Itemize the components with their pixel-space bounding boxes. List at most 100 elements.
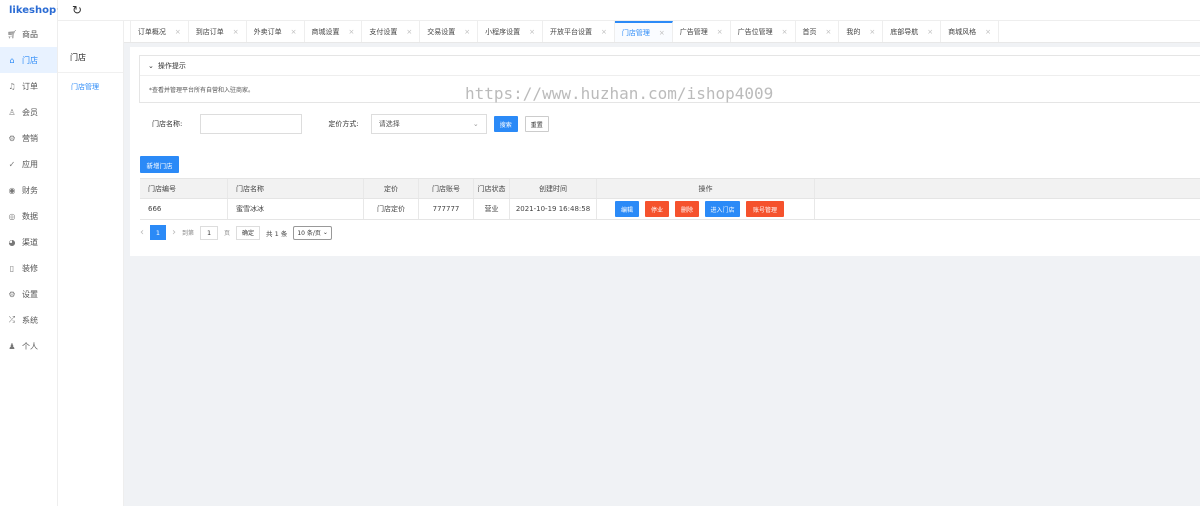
search-button[interactable]: 搜索 — [493, 116, 518, 132]
sidebar-item-11[interactable]: ⤮ 系统 — [0, 307, 57, 333]
close-icon[interactable]: × — [869, 28, 875, 36]
tab-2[interactable]: 到店订单 × — [189, 21, 247, 42]
tab-15[interactable]: 商城风格 × — [941, 21, 999, 42]
total-count: 共 1 条 — [266, 229, 288, 238]
top-bar: ↻ — [58, 0, 1200, 21]
tab-3[interactable]: 外卖订单 × — [247, 21, 305, 42]
action-button-0[interactable]: 编辑 — [615, 201, 639, 217]
sidebar-item-label: 商品 — [22, 29, 38, 39]
tab-label: 商城设置 — [311, 27, 340, 36]
sidebar-nav: 🛒︎ 商品 ⌂ 门店 ♫ 订单 ♙ 会员 ⚙ 营销 ✓ 应用 ◉ 财务 ◎ 数据 ◕ 渠道 ▯ 装修 ⚙ 设置 ⤮ 系统 ♟ 个人 — [0, 21, 57, 359]
tab-label: 商城风格 — [948, 27, 977, 36]
cart-icon: 🛒︎ — [7, 29, 18, 39]
bell-icon: ♫ — [8, 81, 16, 91]
tab-7[interactable]: 小程序设置 × — [478, 21, 543, 42]
tab-5[interactable]: 支付设置 × — [362, 21, 421, 42]
globe-icon: ◎ — [8, 211, 16, 221]
sidebar-item-label: 渠道 — [22, 237, 38, 247]
close-icon[interactable]: × — [406, 28, 412, 36]
sidebar-item-7[interactable]: ◎ 数据 — [0, 203, 57, 229]
close-icon[interactable]: × — [826, 28, 832, 36]
tab-4[interactable]: 商城设置 × — [305, 21, 363, 42]
tab-label: 交易设置 — [427, 27, 456, 36]
close-icon[interactable]: × — [782, 28, 788, 36]
tip-title: 操作提示 — [157, 61, 186, 70]
close-icon[interactable]: × — [349, 28, 355, 36]
close-icon[interactable]: × — [659, 29, 665, 37]
sidebar-item-2[interactable]: ♫ 订单 — [0, 73, 57, 99]
close-icon[interactable]: × — [717, 28, 723, 36]
close-icon[interactable]: × — [291, 28, 297, 36]
close-icon[interactable]: × — [233, 28, 239, 36]
sidebar-item-6[interactable]: ◉ 财务 — [0, 177, 57, 203]
store-name-input[interactable] — [200, 114, 303, 134]
column-header-pricing: 定价 — [364, 179, 419, 198]
close-icon[interactable]: × — [985, 28, 991, 36]
action-button-2[interactable]: 删除 — [675, 201, 699, 217]
tab-1[interactable]: 订单概况 × — [131, 21, 189, 42]
main-panel: ⌄ 操作提示 *查看并管理平台所有自营和入驻商家。 https://www.hu… — [130, 47, 1200, 256]
sidebar-item-label: 系统 — [22, 315, 38, 325]
tab-label: 底部导航 — [890, 27, 919, 36]
sidebar-item-4[interactable]: ⚙ 营销 — [0, 125, 57, 151]
close-icon[interactable]: × — [175, 28, 181, 36]
sidebar-item-5[interactable]: ✓ 应用 — [0, 151, 57, 177]
pricing-label: 定价方式: — [328, 120, 359, 128]
watermark: https://www.huzhan.com/ishop4009 — [465, 84, 774, 103]
sidebar-item-label: 会员 — [22, 107, 38, 117]
sidebar-item-0[interactable]: 🛒︎ 商品 — [0, 21, 57, 47]
tab-6[interactable]: 交易设置 × — [420, 21, 479, 42]
subnav-spacer — [58, 21, 123, 43]
close-icon[interactable]: × — [601, 28, 607, 36]
sidebar-item-label: 订单 — [22, 81, 38, 91]
sidebar-item-10[interactable]: ⚙ 设置 — [0, 281, 57, 307]
chevron-down-icon: ⌄ — [322, 229, 328, 236]
logo-text: likeshop — [9, 5, 57, 16]
operation-tip-panel: ⌄ 操作提示 *查看并管理平台所有自营和入驻商家。 https://www.hu… — [139, 55, 1200, 103]
cell-pricing: 门店定价 — [364, 199, 419, 219]
subnav-item-store-management[interactable]: 门店管理 — [58, 73, 123, 101]
pricing-select[interactable]: 请选择 ⌄ — [370, 114, 487, 134]
action-button-3[interactable]: 进入门店 — [705, 201, 740, 217]
tab-8[interactable]: 开放平台设置 × — [543, 21, 615, 42]
tab-10[interactable]: 广告管理 × — [673, 21, 731, 42]
close-icon[interactable]: × — [927, 28, 933, 36]
close-icon[interactable]: × — [529, 28, 535, 36]
page-size-select[interactable]: 10 条/页 ⌄ — [293, 225, 332, 240]
tab-14[interactable]: 底部导航 × — [883, 21, 942, 42]
sidebar-item-1[interactable]: ⌂ 门店 — [0, 47, 57, 73]
check-circle-icon: ✓ — [8, 159, 16, 169]
action-button-4[interactable]: 账号管理 — [746, 201, 784, 217]
sidebar-item-3[interactable]: ♙ 会员 — [0, 99, 57, 125]
tab-bar: « 工作台×订单概况×到店订单×外卖订单×商城设置×支付设置×交易设置×小程序设… — [58, 21, 1200, 43]
cell-status: 营业 — [474, 199, 510, 219]
tab-11[interactable]: 广告位管理 × — [731, 21, 796, 42]
page-unit-label: 页 — [224, 230, 231, 237]
sidebar-item-8[interactable]: ◕ 渠道 — [0, 229, 57, 255]
store-icon: ⌂ — [9, 55, 15, 65]
next-page-icon[interactable]: › — [172, 227, 176, 238]
goto-confirm-button[interactable]: 确定 — [236, 225, 261, 240]
prev-page-icon[interactable]: ‹ — [140, 227, 144, 238]
tab-label: 到店订单 — [195, 27, 224, 36]
refresh-icon[interactable]: ↻ — [72, 3, 82, 17]
tip-header[interactable]: ⌄ 操作提示 — [140, 56, 1200, 76]
tab-label: 广告位管理 — [737, 27, 773, 36]
tab-13[interactable]: 我的 × — [839, 21, 884, 42]
sidebar-item-label: 应用 — [22, 159, 38, 169]
close-icon[interactable]: × — [464, 28, 470, 36]
add-store-button[interactable]: 新增门店 — [140, 156, 179, 173]
page-1-button[interactable]: 1 — [150, 225, 166, 240]
tab-9[interactable]: 门店管理 × — [614, 21, 673, 42]
sidebar-item-12[interactable]: ♟ 个人 — [0, 333, 57, 359]
action-button-1[interactable]: 停业 — [645, 201, 669, 217]
app-logo[interactable]: likeshop™ — [0, 0, 61, 21]
tab-label: 首页 — [802, 27, 817, 36]
goto-label: 到第 — [182, 230, 195, 237]
sidebar-item-label: 设置 — [22, 289, 38, 299]
reset-button[interactable]: 重置 — [524, 116, 549, 132]
goto-page-input[interactable]: 1 — [200, 225, 219, 240]
tab-label: 小程序设置 — [485, 27, 521, 36]
tab-12[interactable]: 首页 × — [796, 21, 840, 42]
sidebar-item-9[interactable]: ▯ 装修 — [0, 255, 57, 281]
